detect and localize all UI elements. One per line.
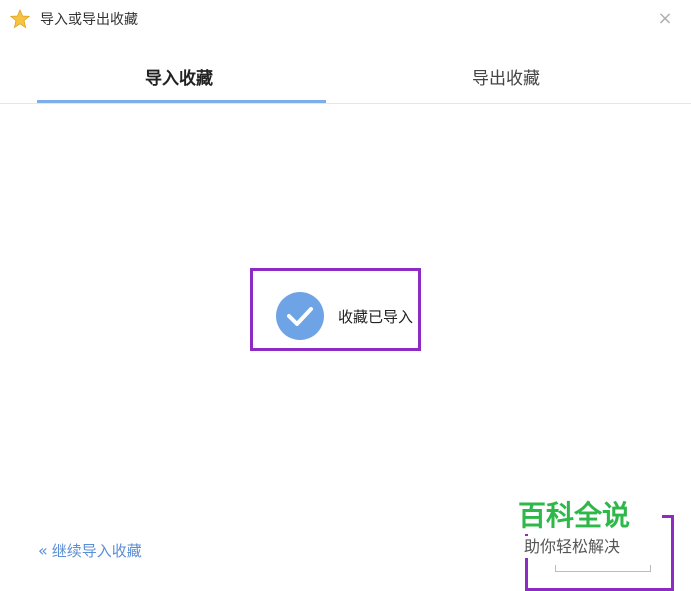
import-status-box: 收藏已导入	[250, 268, 421, 351]
tab-export-favorites[interactable]: 导出收藏	[472, 67, 540, 91]
tab-bar: 导入收藏 导出收藏	[0, 55, 691, 104]
watermark-tagline: 助你轻松解决	[520, 536, 625, 558]
status-message: 收藏已导入	[338, 308, 414, 326]
watermark-frame-corner	[662, 515, 674, 518]
close-button[interactable]: ×	[656, 8, 674, 30]
continue-import-link[interactable]: «继续导入收藏	[38, 540, 142, 562]
tab-import-favorites[interactable]: 导入收藏	[145, 67, 213, 91]
active-tab-indicator	[37, 100, 326, 103]
window-title: 导入或导出收藏	[40, 12, 138, 28]
double-chevron-left-icon: «	[38, 541, 48, 560]
star-icon	[10, 9, 30, 29]
watermark-logo: 百科全说	[514, 498, 635, 534]
title-bar: 导入或导出收藏 ×	[0, 0, 691, 40]
watermark-underline	[555, 565, 651, 572]
check-circle-icon	[276, 292, 324, 340]
continue-import-label: 继续导入收藏	[51, 542, 142, 560]
